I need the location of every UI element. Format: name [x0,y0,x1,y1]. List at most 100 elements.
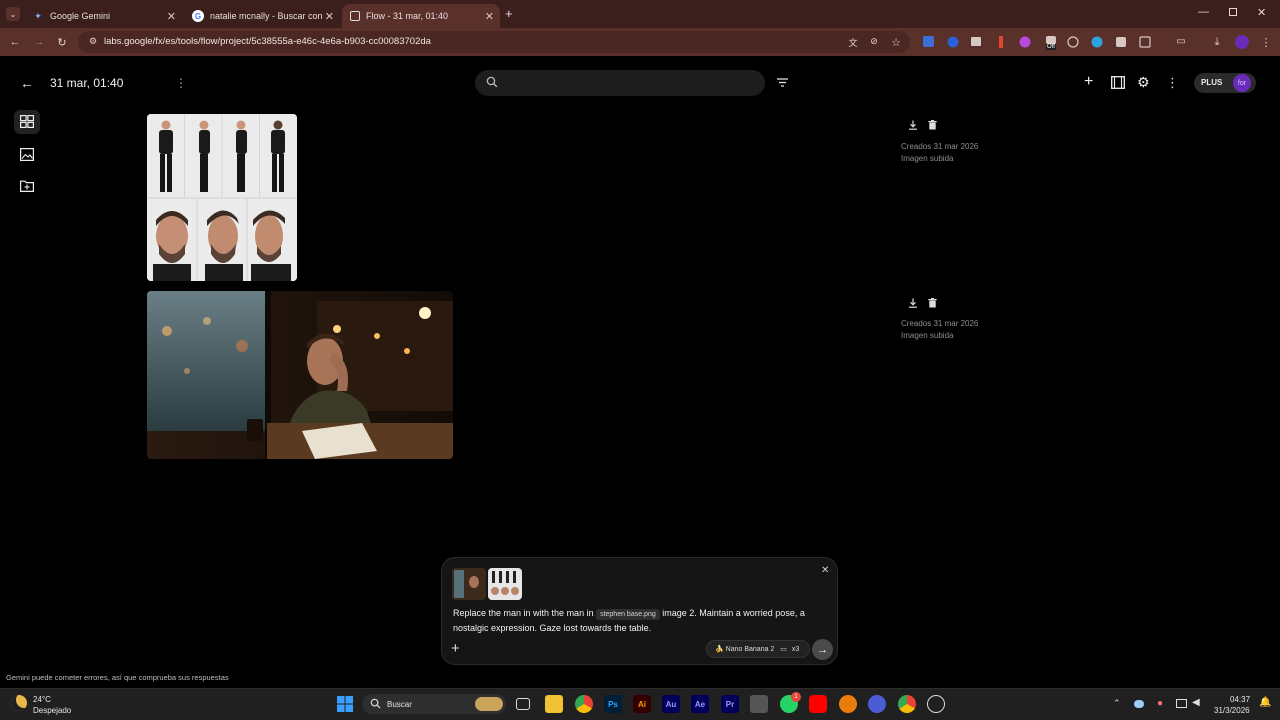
whatsapp-badge: 1 [791,692,801,702]
delete-icon[interactable] [928,120,937,130]
tray-network-icon[interactable] [1176,699,1187,708]
ext-circle-icon [1067,36,1079,48]
gemini-icon: ✦ [34,10,42,21]
asset-2-type: Imagen subida [901,331,954,340]
blender-icon[interactable] [839,695,857,713]
youtube-icon[interactable] [809,695,827,713]
asset-image-cafe-scene[interactable] [147,291,453,459]
premiere-icon[interactable]: Pr [721,695,739,713]
attached-thumbnails[interactable] [452,568,524,602]
banana-icon: 🍌 [715,646,724,653]
search-icon [486,76,498,88]
extensions-icon [1139,36,1151,48]
send-button[interactable]: → [812,639,833,660]
close-tab-icon[interactable]: ✕ [485,10,494,23]
close-window-button[interactable]: ✕ [1257,6,1266,19]
translate-icon[interactable]: 文 [846,36,860,49]
illustrator-icon[interactable]: Ai [633,695,651,713]
download-icon[interactable] [908,120,918,130]
search-highlight-icon [475,697,503,711]
maximize-button[interactable] [1229,8,1237,16]
ext-gear-icon [1046,36,1056,44]
flow-icon [350,11,360,21]
tray-volume-icon[interactable]: ◀ [1192,697,1200,708]
file-explorer-icon[interactable] [545,695,563,713]
asset-2-created: Creados 31 mar 2026 [901,319,979,328]
add-icon[interactable]: + [1084,73,1093,91]
forward-icon[interactable]: → [32,36,46,48]
close-tab-icon[interactable]: ✕ [325,10,334,23]
weather-desc: Despejado [33,706,72,715]
plus-label: PLUS [1201,78,1223,87]
film-icon[interactable] [1111,76,1125,89]
project-menu-icon[interactable]: ⋮ [175,76,187,90]
download-icon[interactable]: ⤓ [1210,36,1224,49]
tray-onedrive-icon[interactable] [1134,700,1144,708]
settings-gear-icon[interactable]: ⚙ [1137,74,1150,91]
windows-start-icon[interactable] [337,696,353,712]
tray-chevron-icon[interactable]: ⌃ [1113,698,1121,709]
model-label-row: 🍌 Nano Banana 2 ▭ x3 [715,645,799,653]
eye-off-icon[interactable]: ⊘ [867,36,881,47]
reading-mode-icon[interactable]: ▭ [1174,36,1188,47]
after-effects-icon[interactable]: Ae [691,695,709,713]
tab-title: Flow - 31 mar, 01:40 [366,11,449,21]
notifications-icon[interactable]: 🔔 [1259,697,1271,708]
user-avatar[interactable]: for [1233,74,1251,92]
clock-date: 31/3/2026 [1214,706,1250,715]
browser-menu-icon[interactable]: ⋮ [1259,36,1273,49]
back-icon[interactable]: ← [8,36,22,48]
sidebar-item-folder-upload[interactable] [20,180,34,192]
filter-icon[interactable] [777,78,788,87]
arrow-right-icon: → [817,643,828,656]
gemini-disclaimer: Gemini puede cometer errores, así que co… [6,673,229,682]
taskbar-search-text: Buscar [387,700,412,709]
ext-grid-icon [971,37,981,46]
coffee-cup [247,419,263,441]
url-text: labs.google/fx/es/tools/flow/project/5c3… [104,36,431,47]
minimize-button[interactable]: — [1198,6,1209,18]
audition-icon[interactable]: Au [662,695,680,713]
google-icon: G [192,10,204,22]
close-composer-icon[interactable]: ✕ [821,565,829,576]
model-name: Nano Banana 2 [725,646,775,653]
app-back-button[interactable]: ← [20,75,34,91]
sidebar-item-images[interactable] [20,148,34,161]
tab-google-search[interactable]: G natalie mcnally - Buscar con Go ✕ [184,4,340,28]
photoshop-icon[interactable]: Ps [604,695,622,713]
tab-search-dropdown[interactable]: ⌄ [6,7,20,21]
obs-icon[interactable] [927,695,945,713]
task-view-icon[interactable] [516,698,530,710]
download-icon[interactable] [908,298,918,308]
add-attachment-icon[interactable]: + [451,640,460,657]
reload-icon[interactable]: ↻ [55,36,69,49]
app-blue-icon[interactable] [868,695,886,713]
site-info-icon[interactable]: ⚙ [86,36,100,47]
printer-app-icon[interactable] [750,695,768,713]
output-count: x3 [791,646,800,653]
file-chip[interactable]: stephen base.png [596,609,660,620]
chrome-icon[interactable] [575,695,593,713]
rainy-window [147,291,267,431]
search-input[interactable] [475,70,765,96]
more-options-icon[interactable]: ⋮ [1166,75,1179,91]
ext-translate-icon [923,36,934,47]
chrome-profile-icon[interactable] [898,695,916,713]
close-tab-icon[interactable]: ✕ [167,10,176,23]
asset-image-reference-sheet[interactable] [147,114,297,281]
tab-google-gemini[interactable]: ✦ Google Gemini ✕ [24,4,182,28]
profile-avatar-icon[interactable] [1235,35,1249,49]
asset-1-type: Imagen subida [901,154,954,163]
tab-title: natalie mcnally - Buscar con Go [210,11,322,21]
delete-icon[interactable] [928,298,937,308]
prompt-input[interactable]: Replace the man in with the man in steph… [453,606,828,636]
tab-flow[interactable]: Flow - 31 mar, 01:40 ✕ [342,4,500,28]
asset-1-created: Creados 31 mar 2026 [901,142,979,151]
ext-puzzle-small-icon [1116,37,1126,47]
chevron-down-icon: ⌄ [9,9,17,19]
ext-purple-icon [1019,36,1031,48]
tray-mic-icon[interactable]: ● [1157,698,1163,709]
image-icon [20,148,34,161]
bookmark-star-icon[interactable]: ☆ [889,36,903,49]
new-tab-button[interactable]: + [505,6,513,21]
